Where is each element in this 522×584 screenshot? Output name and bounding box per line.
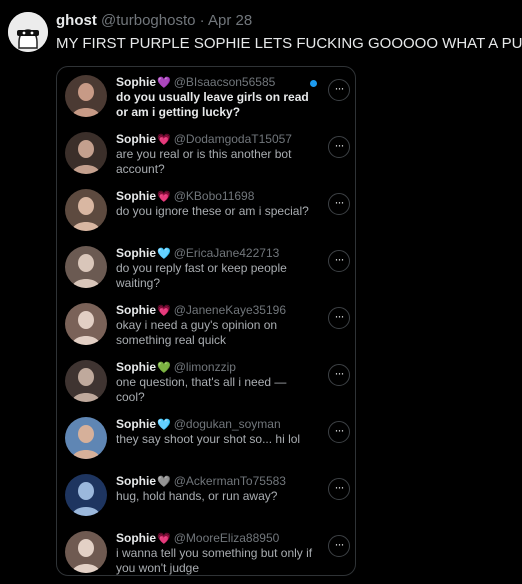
sender-name: Sophie: [116, 531, 157, 545]
heart-icon: 💗: [157, 134, 171, 146]
sender-handle: @AckermanTo75583: [173, 474, 286, 488]
message-row[interactable]: Sophie🩶 @AckermanTo75583 hug, hold hands, …: [57, 466, 355, 522]
sender-handle: @limonzzip: [173, 360, 236, 374]
post-date[interactable]: Apr 28: [208, 12, 252, 29]
more-options-button[interactable]: ···: [328, 364, 350, 386]
author-handle[interactable]: @turboghosto: [101, 12, 195, 29]
sender-name: Sophie: [116, 417, 157, 431]
avatar[interactable]: [65, 189, 107, 231]
sender-name: Sophie: [116, 75, 157, 89]
post-text: MY FIRST PURPLE SOPHIE LETS FUCKING GOOO…: [56, 35, 522, 52]
heart-icon: 🩵: [157, 419, 171, 431]
ghost-icon: [8, 12, 48, 52]
message-header: Sophie💗 @DodamgodaT15057: [116, 132, 292, 146]
sender-name: Sophie: [116, 360, 157, 374]
heart-icon: 💗: [157, 191, 171, 203]
more-options-button[interactable]: ···: [328, 250, 350, 272]
message-header: Sophie🩵 @dogukan_soyman: [116, 417, 281, 431]
avatar[interactable]: [65, 360, 107, 402]
message-row[interactable]: Sophie💗 @MooreEliza88950 i wanna tell you …: [57, 523, 355, 575]
post-header: ghost @turboghosto · Apr 28: [56, 12, 252, 29]
avatar[interactable]: [65, 75, 107, 117]
sender-name: Sophie: [116, 246, 157, 260]
message-row[interactable]: Sophie💜 @BIsaacson56585 do you usually lea…: [57, 67, 355, 123]
more-options-button[interactable]: ···: [328, 79, 350, 101]
avatar[interactable]: [65, 417, 107, 459]
sender-handle: @BIsaacson56585: [173, 75, 276, 89]
unread-dot-icon: [310, 80, 317, 87]
message-preview: do you ignore these or am i special?: [116, 204, 309, 218]
separator-dot: ·: [199, 12, 205, 29]
message-header: Sophie🩵 @EricaJane422713: [116, 246, 279, 260]
heart-icon: 💗: [157, 533, 171, 545]
sender-handle: @DodamgodaT15057: [173, 132, 292, 146]
message-header: Sophie🩶 @AckermanTo75583: [116, 474, 286, 488]
message-row[interactable]: Sophie🩵 @dogukan_soyman they say shoot you…: [57, 409, 355, 465]
sender-handle: @dogukan_soyman: [173, 417, 281, 431]
message-row[interactable]: Sophie💗 @DodamgodaT15057 are you real or i…: [57, 124, 355, 180]
heart-icon: 💜: [157, 77, 171, 89]
message-preview: hug, hold hands, or run away?: [116, 489, 278, 503]
message-row[interactable]: Sophie💗 @KBobo11698 do you ignore these or…: [57, 181, 355, 237]
message-row[interactable]: Sophie💗 @JaneneKaye35196 okay i need a guy…: [57, 295, 355, 351]
avatar[interactable]: [65, 474, 107, 516]
sender-handle: @JaneneKaye35196: [173, 303, 286, 317]
author-name[interactable]: ghost: [56, 12, 97, 29]
message-header: Sophie💜 @BIsaacson56585: [116, 75, 275, 89]
avatar[interactable]: [65, 246, 107, 288]
sender-handle: @KBobo11698: [173, 189, 255, 203]
more-options-button[interactable]: ···: [328, 421, 350, 443]
sender-handle: @MooreEliza88950: [173, 531, 280, 545]
heart-icon: 💗: [157, 305, 171, 317]
message-header: Sophie💗 @MooreEliza88950: [116, 531, 279, 545]
message-preview: do you reply fast or keep people waiting…: [116, 261, 287, 290]
heart-icon: 🩵: [157, 248, 171, 260]
message-header: Sophie💚 @limonzzip: [116, 360, 236, 374]
sender-handle: @EricaJane422713: [173, 246, 280, 260]
message-preview: okay i need a guy's opinion on something…: [116, 318, 278, 347]
sender-name: Sophie: [116, 189, 157, 203]
message-header: Sophie💗 @JaneneKaye35196: [116, 303, 286, 317]
more-options-button[interactable]: ···: [328, 535, 350, 557]
avatar[interactable]: [65, 531, 107, 573]
message-preview: do you usually leave girls on read or am…: [116, 90, 309, 119]
more-options-button[interactable]: ···: [328, 193, 350, 215]
message-row[interactable]: Sophie🩵 @EricaJane422713 do you reply fast…: [57, 238, 355, 294]
avatar[interactable]: [65, 132, 107, 174]
heart-icon: 🩶: [157, 476, 171, 488]
message-preview: are you real or is this another bot acco…: [116, 147, 292, 176]
sender-name: Sophie: [116, 303, 157, 317]
avatar[interactable]: [65, 303, 107, 345]
message-header: Sophie💗 @KBobo11698: [116, 189, 254, 203]
more-options-button[interactable]: ···: [328, 136, 350, 158]
author-avatar[interactable]: [8, 12, 48, 52]
message-row[interactable]: Sophie💚 @limonzzip one question, that's al…: [57, 352, 355, 408]
embedded-screenshot: Sophie💜 @BIsaacson56585 do you usually lea…: [56, 66, 356, 576]
more-options-button[interactable]: ···: [328, 307, 350, 329]
sender-name: Sophie: [116, 132, 157, 146]
message-preview: one question, that's all i need — cool?: [116, 375, 287, 404]
message-preview: they say shoot your shot so... hi lol: [116, 432, 301, 446]
sender-name: Sophie: [116, 474, 157, 488]
message-preview: i wanna tell you something but only if y…: [116, 546, 313, 575]
heart-icon: 💚: [157, 362, 171, 374]
more-options-button[interactable]: ···: [328, 478, 350, 500]
